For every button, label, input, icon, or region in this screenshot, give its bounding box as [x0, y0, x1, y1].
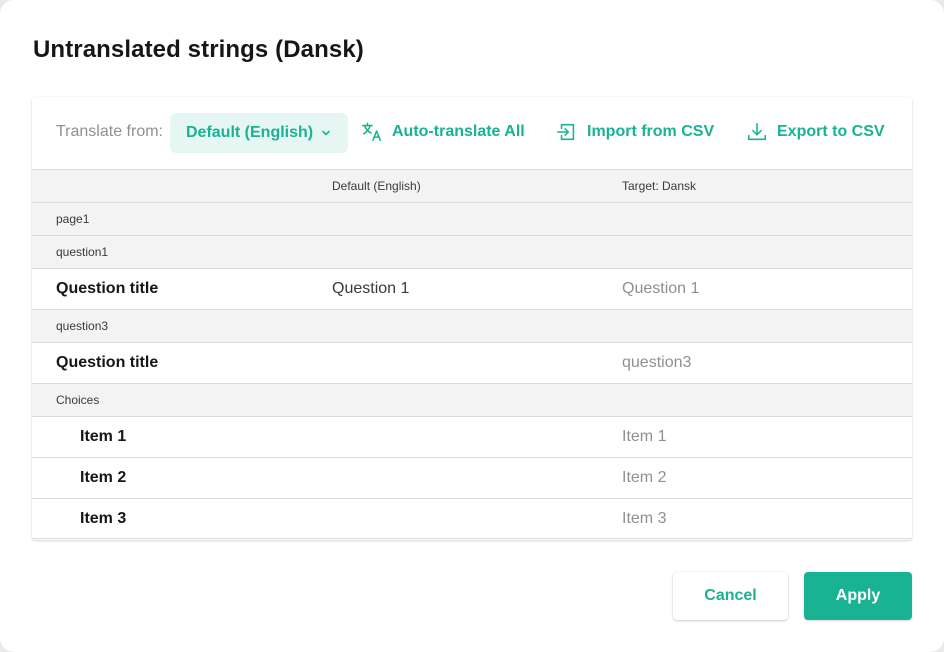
dialog-title: Untranslated strings (Dansk) — [33, 36, 364, 63]
translation-table: Default (English) Target: Dansk page1 qu… — [32, 169, 912, 539]
table-row: Question title Question 1 Question 1 — [32, 268, 912, 309]
translate-icon — [362, 122, 382, 142]
source-text: Question 1 — [332, 280, 410, 297]
apply-button[interactable]: Apply — [804, 572, 912, 620]
group-row-question1: question1 — [32, 235, 912, 268]
source-language-dropdown[interactable]: Default (English) — [170, 113, 348, 153]
group-row-choices: Choices — [32, 383, 912, 416]
auto-translate-all-label: Auto-translate All — [392, 123, 525, 140]
translation-toolbar: Translate from: Default (English) Auto-t… — [32, 97, 912, 169]
group-label: Choices — [56, 393, 100, 407]
table-header-row: Default (English) Target: Dansk — [32, 169, 912, 202]
string-name: Item 2 — [80, 469, 127, 486]
group-row-question3: question3 — [32, 309, 912, 342]
target-text-input[interactable]: Item 3 — [622, 510, 666, 528]
table-row: Question title question3 — [32, 342, 912, 383]
string-name: Question title — [56, 280, 159, 297]
group-label: question3 — [56, 319, 109, 333]
target-text-input[interactable]: Item 2 — [622, 469, 666, 487]
source-language-value: Default (English) — [186, 124, 314, 141]
group-row-page1: page1 — [32, 202, 912, 235]
translation-panel: Translate from: Default (English) Auto-t… — [32, 97, 912, 540]
translation-dialog: Untranslated strings (Dansk) Translate f… — [0, 0, 944, 652]
export-to-csv-button[interactable]: Export to CSV — [746, 119, 885, 145]
auto-translate-all-button[interactable]: Auto-translate All — [361, 119, 525, 145]
target-text-input[interactable]: Question 1 — [622, 280, 699, 298]
target-text-input[interactable]: Item 1 — [622, 428, 666, 446]
import-from-csv-button[interactable]: Import from CSV — [556, 119, 714, 145]
import-icon — [557, 123, 575, 141]
column-header-target: Target: Dansk — [622, 179, 697, 193]
table-row: Item 2 Item 2 — [32, 457, 912, 498]
chevron-down-icon — [322, 130, 330, 136]
column-header-source: Default (English) — [332, 179, 421, 193]
translate-from-label: Translate from: — [56, 123, 163, 140]
string-name: Item 3 — [80, 510, 127, 527]
string-name: Item 1 — [80, 428, 127, 445]
group-label: question1 — [56, 245, 109, 259]
group-label: page1 — [56, 212, 90, 226]
table-row: Item 1 Item 1 — [32, 416, 912, 457]
download-icon — [747, 122, 767, 141]
import-from-csv-label: Import from CSV — [587, 123, 715, 140]
export-to-csv-label: Export to CSV — [777, 123, 885, 140]
target-text-input[interactable]: question3 — [622, 354, 691, 372]
table-row: Item 3 Item 3 — [32, 498, 912, 539]
cancel-button[interactable]: Cancel — [673, 572, 788, 620]
string-name: Question title — [56, 354, 159, 371]
